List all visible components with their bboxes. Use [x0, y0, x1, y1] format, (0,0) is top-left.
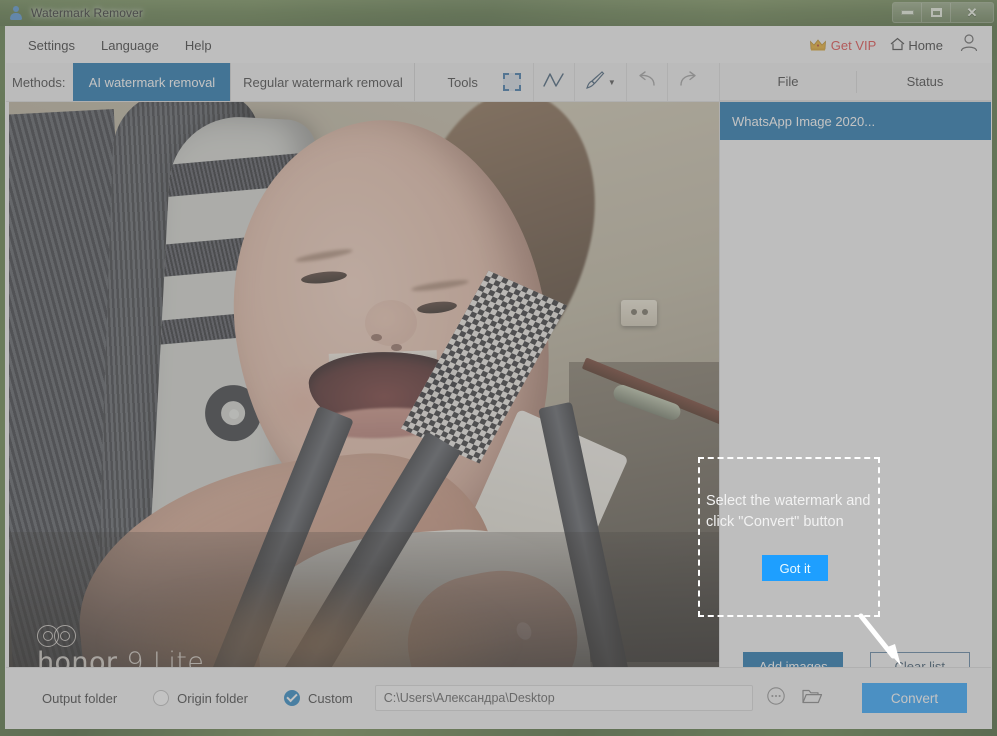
home-button[interactable]: Home [890, 37, 943, 54]
title-bar: Watermark Remover ✕ [0, 0, 997, 26]
tab-regular-watermark-removal[interactable]: Regular watermark removal [230, 63, 416, 101]
get-vip-label: Get VIP [830, 37, 877, 53]
tab-ai-watermark-removal[interactable]: AI watermark removal [73, 63, 231, 101]
open-folder-button[interactable] [799, 685, 825, 711]
preview-photo [9, 102, 719, 694]
application-window: Watermark Remover ✕ Settings Language He… [0, 0, 997, 736]
get-vip-button[interactable]: Get VIP [809, 37, 877, 53]
redo-button[interactable] [666, 63, 708, 101]
file-name: WhatsApp Image 2020... [732, 113, 876, 129]
menu-bar-right: Get VIP Home [809, 27, 981, 63]
output-path-input[interactable]: C:\Users\Александра\Desktop [374, 685, 753, 711]
methods-label: Methods: [12, 74, 66, 90]
menu-settings[interactable]: Settings [18, 34, 85, 57]
polyline-tool[interactable] [532, 63, 574, 101]
chevron-down-icon[interactable]: ▼ [608, 78, 616, 87]
radio-circle-icon [153, 690, 170, 706]
column-header-file: File [777, 74, 799, 89]
user-account-icon [959, 33, 979, 58]
got-it-button[interactable]: Got it [762, 555, 828, 581]
tools-group: Tools ▼ [443, 63, 707, 101]
ellipsis-circle-icon [766, 686, 786, 711]
home-icon [890, 37, 905, 54]
output-path-value: C:\Users\Александра\Desktop [383, 691, 555, 705]
redo-arrow-icon [677, 70, 699, 94]
undo-arrow-icon [636, 70, 658, 94]
client-area: Settings Language Help Get VIP Home Meth… [5, 26, 992, 729]
home-label: Home [908, 37, 943, 53]
output-folder-label: Output folder [42, 690, 118, 706]
undo-button[interactable] [625, 63, 667, 101]
photo-wall-socket [621, 300, 657, 326]
brush-icon [585, 70, 605, 95]
menu-bar: Settings Language Help Get VIP Home [6, 27, 991, 64]
minimize-button[interactable] [893, 3, 922, 22]
close-button[interactable]: ✕ [951, 3, 993, 22]
origin-folder-label: Origin folder [177, 690, 248, 706]
polyline-icon [542, 71, 566, 94]
menu-help[interactable]: Help [175, 34, 222, 57]
origin-folder-radio[interactable]: Origin folder [153, 690, 248, 706]
tools-label: Tools [447, 74, 478, 90]
rectangle-select-tool[interactable] [492, 63, 533, 101]
window-title: Watermark Remover [31, 6, 143, 20]
account-button[interactable] [957, 33, 981, 57]
folder-open-icon [801, 686, 823, 711]
column-header-status: Status [906, 74, 944, 89]
maximize-button[interactable] [922, 3, 951, 22]
app-icon [8, 5, 24, 21]
coachmark-text: Select the watermark and click "Convert"… [706, 493, 871, 530]
menu-language[interactable]: Language [91, 34, 169, 57]
crown-icon [809, 39, 826, 51]
dashed-square-icon [503, 73, 522, 91]
file-list-header: File Status [719, 63, 991, 101]
radio-checked-icon [283, 690, 300, 706]
window-controls: ✕ [892, 2, 994, 23]
list-item[interactable]: WhatsApp Image 2020... [720, 102, 991, 140]
brush-tool[interactable]: ▼ [573, 63, 626, 101]
custom-folder-label: Custom [307, 690, 353, 706]
image-preview-canvas[interactable]: honor 9 Lite [9, 102, 719, 694]
custom-folder-radio[interactable]: Custom [283, 690, 353, 706]
bottom-bar: Output folder Origin folder Custom C:\Us… [6, 667, 991, 728]
more-options-button[interactable] [763, 685, 789, 711]
convert-button[interactable]: Convert [862, 683, 967, 713]
coachmark-popup: Select the watermark and click "Convert"… [698, 457, 880, 617]
